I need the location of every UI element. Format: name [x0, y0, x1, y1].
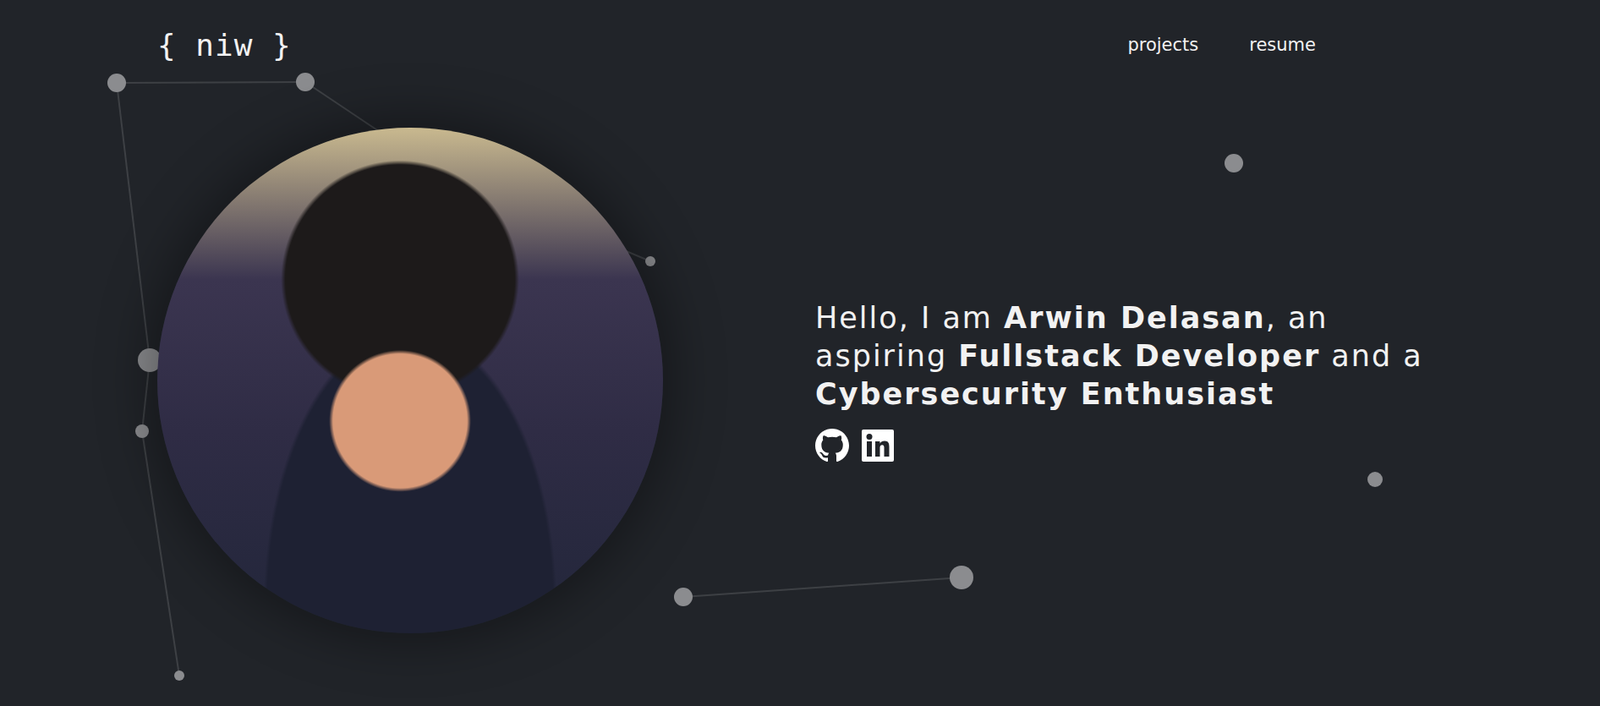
github-icon[interactable]	[815, 428, 850, 463]
hero-section: Hello, I am Arwin Delasan, an aspiring F…	[0, 65, 1600, 634]
nav-bar: projects resume	[1122, 31, 1321, 59]
hero-content: Hello, I am Arwin Delasan, an aspiring F…	[815, 299, 1442, 463]
nav-link[interactable]: resume	[1243, 31, 1321, 59]
hero-highlight: Arwin Delasan	[1003, 301, 1266, 335]
github-link[interactable]	[815, 428, 850, 463]
site-header: { niw } projects resume	[0, 0, 1600, 66]
hero-highlight: Cybersecurity Enthusiast	[815, 377, 1275, 411]
hero-highlight: Fullstack Developer	[958, 339, 1321, 373]
profile-photo	[157, 127, 664, 634]
nav-link[interactable]: projects	[1122, 31, 1204, 59]
hero-segment: Hello, I am	[815, 301, 1004, 335]
hero-text: Hello, I am Arwin Delasan, an aspiring F…	[815, 299, 1442, 414]
logo[interactable]: { niw }	[157, 27, 292, 63]
linkedin-link[interactable]	[860, 428, 895, 463]
social-links	[815, 428, 1442, 463]
linkedin-icon[interactable]	[860, 428, 895, 463]
hero-segment: and a	[1320, 339, 1435, 373]
